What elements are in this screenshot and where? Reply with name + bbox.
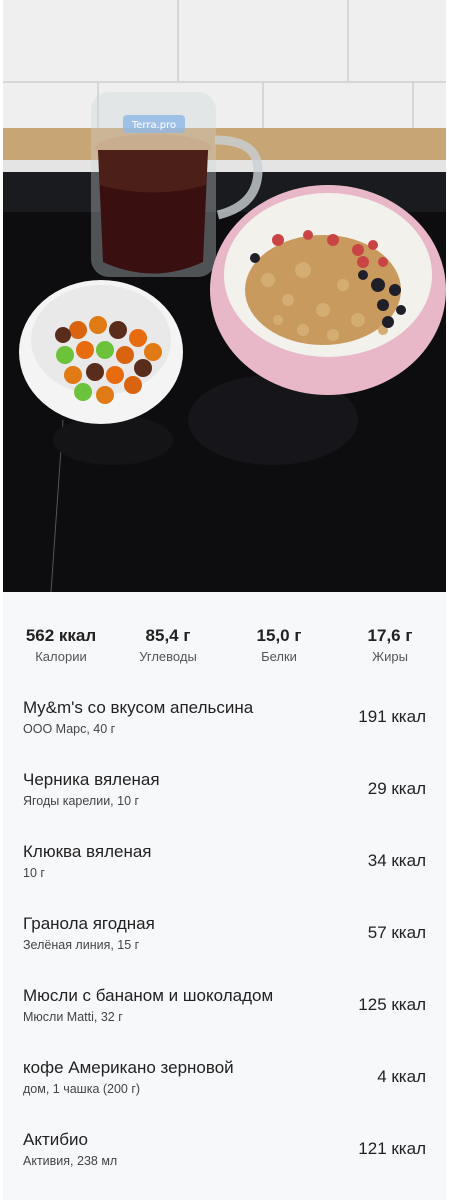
fat-summary: 17,6 г Жиры bbox=[335, 626, 445, 666]
fat-label: Жиры bbox=[372, 649, 408, 664]
food-item[interactable]: My&m's со вкусом апельсина ООО Марс, 40 … bbox=[3, 690, 446, 762]
food-item-calories: 34 ккал bbox=[367, 851, 426, 870]
food-item-details: Мюсли Matti, 32 г bbox=[23, 1010, 123, 1024]
food-item-details: дом, 1 чашка (200 г) bbox=[23, 1082, 141, 1096]
nutrition-panel: 562 ккал Калории 85,4 г Углеводы 15,0 г … bbox=[3, 592, 446, 1200]
candy-bowl bbox=[19, 280, 183, 424]
food-item-calories: 4 ккал bbox=[377, 1067, 426, 1086]
protein-summary: 15,0 г Белки bbox=[224, 626, 334, 666]
food-item[interactable]: Мюсли с бананом и шоколадом Мюсли Matti,… bbox=[3, 978, 446, 1050]
food-item-name: Черника вяленая bbox=[23, 770, 160, 789]
carbs-summary: 85,4 г Углеводы bbox=[113, 626, 223, 666]
calories-label: Калории bbox=[35, 649, 87, 664]
food-item-name: Гранола ягодная bbox=[23, 914, 155, 933]
food-item-calories: 191 ккал bbox=[358, 707, 426, 726]
food-item-calories: 57 ккал bbox=[367, 923, 426, 942]
food-item[interactable]: кофе Американо зерновой дом, 1 чашка (20… bbox=[3, 1050, 446, 1122]
food-item[interactable]: Клюква вяленая 10 г 34 ккал bbox=[3, 834, 446, 906]
food-item-calories: 121 ккал bbox=[358, 1139, 426, 1158]
calories-summary: 562 ккал Калории bbox=[6, 626, 116, 666]
calories-value: 562 ккал bbox=[25, 626, 97, 645]
food-item-name: кофе Американо зерновой bbox=[23, 1058, 234, 1077]
food-item-name: Клюква вяленая bbox=[23, 842, 152, 861]
food-item-details: Зелёная линия, 15 г bbox=[23, 938, 140, 952]
svg-text:Terra.pro: Terra.pro bbox=[131, 120, 176, 131]
food-item[interactable]: Черника вяленая Ягоды карелии, 10 г 29 к… bbox=[3, 762, 446, 834]
food-item-name: Актибио bbox=[23, 1130, 88, 1149]
food-item-details: ООО Марс, 40 г bbox=[23, 722, 116, 736]
food-item-details: Активия, 238 мл bbox=[23, 1154, 118, 1168]
yogurt-bowl bbox=[210, 185, 446, 395]
carbs-label: Углеводы bbox=[139, 649, 197, 664]
food-item-name: My&m's со вкусом апельсина bbox=[23, 698, 254, 717]
carbs-value: 85,4 г bbox=[145, 626, 191, 645]
protein-value: 15,0 г bbox=[256, 626, 302, 645]
nutrition-summary: 562 ккал Калории 85,4 г Углеводы 15,0 г … bbox=[3, 592, 446, 674]
food-item-calories: 125 ккал bbox=[358, 995, 426, 1014]
food-item-name: Мюсли с бананом и шоколадом bbox=[23, 986, 274, 1005]
food-item-details: 10 г bbox=[23, 866, 45, 880]
food-item[interactable]: Гранола ягодная Зелёная линия, 15 г 57 к… bbox=[3, 906, 446, 978]
food-item-calories: 29 ккал bbox=[367, 779, 426, 798]
protein-label: Белки bbox=[261, 649, 297, 664]
food-item[interactable]: Актибио Активия, 238 мл 121 ккал bbox=[3, 1122, 446, 1194]
food-item-details: Ягоды карелии, 10 г bbox=[23, 794, 140, 808]
meal-photo: Terra.pro bbox=[3, 0, 446, 592]
fat-value: 17,6 г bbox=[367, 626, 413, 645]
